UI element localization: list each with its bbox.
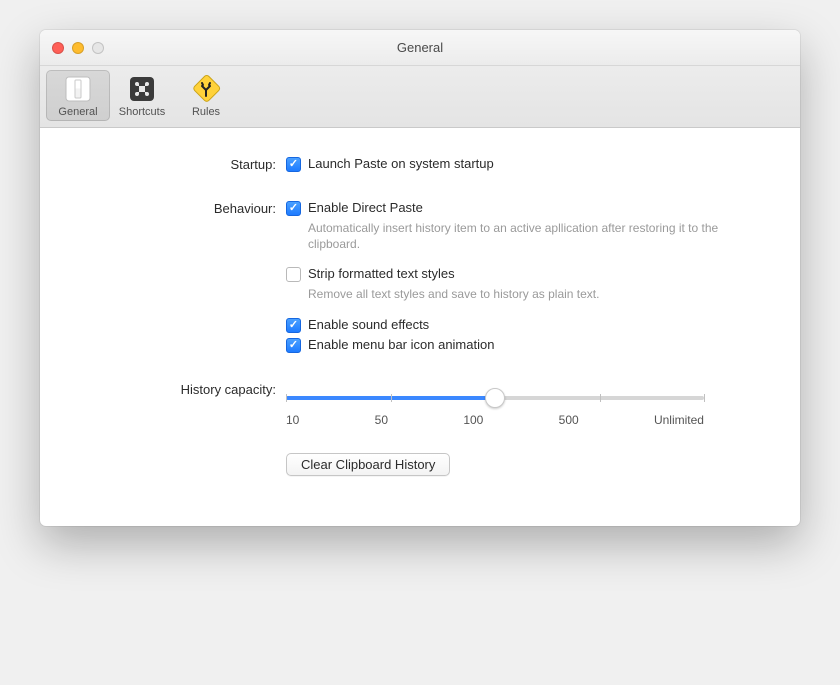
tick-label: 500 xyxy=(559,413,579,427)
slider-labels: 10 50 100 500 Unlimited xyxy=(286,413,704,427)
tick-label: 10 xyxy=(286,413,299,427)
history-capacity-slider[interactable] xyxy=(286,387,704,411)
content: Startup: Launch Paste on system startup … xyxy=(40,128,800,526)
slider-tick xyxy=(286,394,287,402)
window-controls xyxy=(52,42,104,54)
window-title: General xyxy=(397,40,443,55)
checkbox-icon xyxy=(286,338,301,353)
menu-animation-checkbox[interactable]: Enable menu bar icon animation xyxy=(286,337,744,353)
startup-label: Startup: xyxy=(96,156,286,176)
checkbox-label: Enable menu bar icon animation xyxy=(308,337,494,352)
history-capacity-label: History capacity: xyxy=(96,381,286,476)
direct-paste-description: Automatically insert history item to an … xyxy=(308,220,744,252)
enable-direct-paste-checkbox[interactable]: Enable Direct Paste xyxy=(286,200,744,216)
tab-rules[interactable]: Rules xyxy=(174,70,238,121)
slider-tick xyxy=(600,394,601,402)
checkbox-label: Strip formatted text styles xyxy=(308,266,455,281)
checkbox-label: Enable Direct Paste xyxy=(308,200,423,215)
command-icon xyxy=(127,74,157,104)
tick-label: Unlimited xyxy=(654,413,704,427)
preferences-window: General General Shortcuts Rules Startup: xyxy=(40,30,800,526)
tick-label: 50 xyxy=(375,413,388,427)
strip-styles-description: Remove all text styles and save to histo… xyxy=(308,286,744,302)
tick-label: 100 xyxy=(463,413,483,427)
clear-history-button[interactable]: Clear Clipboard History xyxy=(286,453,450,476)
slider-knob[interactable] xyxy=(485,388,505,408)
titlebar[interactable]: General xyxy=(40,30,800,66)
toolbar: General Shortcuts Rules xyxy=(40,66,800,128)
tab-general[interactable]: General xyxy=(46,70,110,121)
sound-effects-checkbox[interactable]: Enable sound effects xyxy=(286,317,744,333)
tab-label: Shortcuts xyxy=(119,106,165,118)
slider-tick xyxy=(391,394,392,402)
tab-label: General xyxy=(58,106,97,118)
checkbox-icon xyxy=(286,267,301,282)
behaviour-label: Behaviour: xyxy=(96,200,286,357)
minimize-icon[interactable] xyxy=(72,42,84,54)
launch-on-startup-checkbox[interactable]: Launch Paste on system startup xyxy=(286,156,744,172)
checkbox-label: Enable sound effects xyxy=(308,317,429,332)
strip-styles-checkbox[interactable]: Strip formatted text styles xyxy=(286,266,744,282)
switch-icon xyxy=(63,74,93,104)
checkbox-icon xyxy=(286,157,301,172)
checkbox-label: Launch Paste on system startup xyxy=(308,156,494,171)
checkbox-icon xyxy=(286,201,301,216)
tab-label: Rules xyxy=(192,106,220,118)
checkbox-icon xyxy=(286,318,301,333)
tab-shortcuts[interactable]: Shortcuts xyxy=(110,70,174,121)
slider-tick xyxy=(704,394,705,402)
close-icon[interactable] xyxy=(52,42,64,54)
road-sign-icon xyxy=(191,74,221,104)
maximize-icon[interactable] xyxy=(92,42,104,54)
